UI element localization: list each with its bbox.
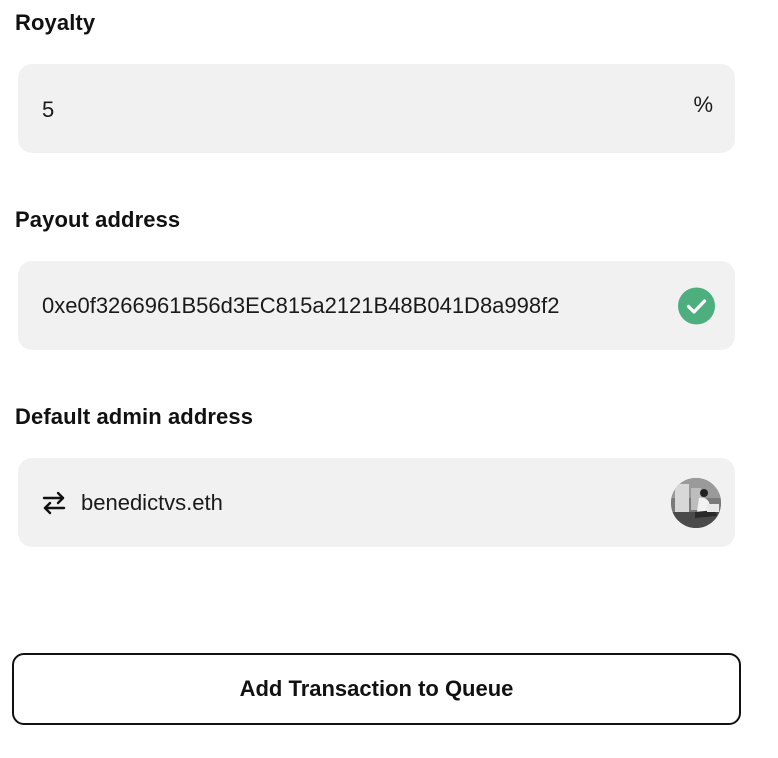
payout-address-label: Payout address	[15, 207, 181, 232]
royalty-input-value[interactable]: 5	[42, 97, 54, 123]
add-transaction-to-queue-button[interactable]: Add Transaction to Queue	[12, 653, 741, 725]
payout-address-input-value[interactable]: 0xe0f3266961B56d3EC815a2121B48B041D8a998…	[42, 293, 559, 319]
percent-suffix: %	[693, 92, 713, 117]
royalty-field[interactable]: 5 %	[18, 64, 735, 153]
swap-arrows-icon[interactable]	[41, 491, 67, 515]
profile-avatar	[671, 477, 721, 528]
payout-address-field[interactable]: 0xe0f3266961B56d3EC815a2121B48B041D8a998…	[18, 261, 735, 350]
royalty-label: Royalty	[15, 10, 96, 35]
default-admin-address-label: Default admin address	[15, 404, 254, 429]
contract-settings-form: Royalty 5 % Payout address 0xe0f3266961B…	[0, 0, 778, 758]
check-circle-icon	[678, 287, 715, 324]
default-admin-address-field[interactable]: benedictvs.eth	[18, 458, 735, 547]
admin-address-input-value[interactable]: benedictvs.eth	[81, 490, 223, 516]
